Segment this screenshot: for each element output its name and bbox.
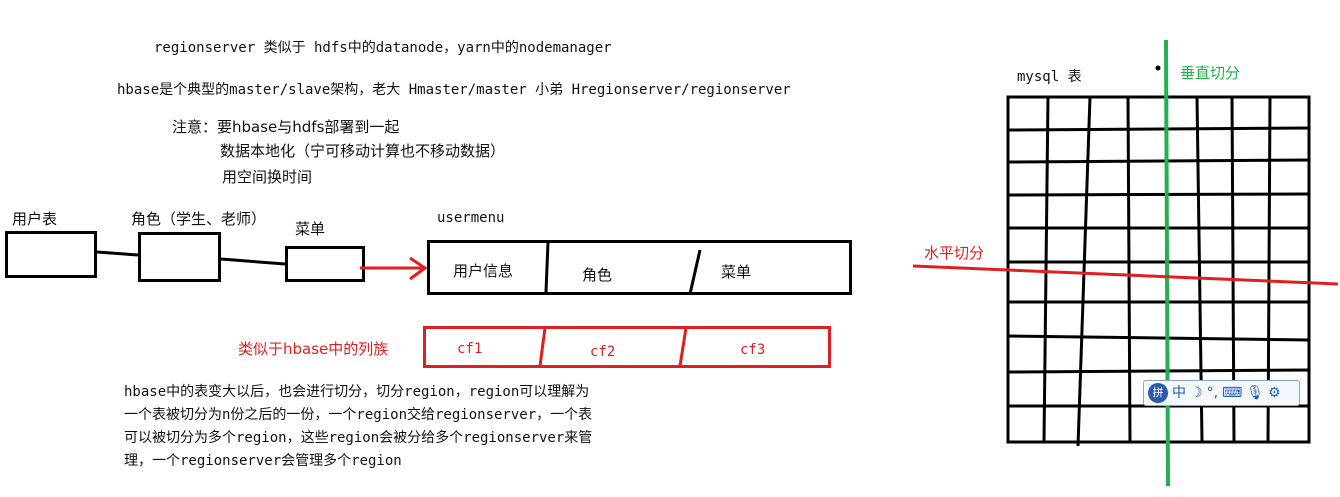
ime-logo[interactable]: 拼 — [1148, 383, 1168, 403]
cf-divider-1 — [538, 327, 547, 367]
gear-icon[interactable]: ⚙ — [1268, 383, 1281, 403]
ime-toolbar[interactable]: 拼 中 ☽ °, ⌨ 🎙 ⚙ — [1143, 380, 1300, 406]
grid-row-line — [1007, 158, 1310, 164]
cf-divider-2 — [678, 327, 688, 367]
moon-icon[interactable]: ☽ — [1190, 383, 1203, 403]
usermenu-divider-1 — [544, 241, 550, 293]
horizontal-split-line — [912, 264, 1339, 286]
grid-row-line — [1007, 368, 1310, 374]
diagram-drawing — [96, 39, 1339, 487]
mic-icon[interactable]: 🎙 — [1246, 383, 1264, 403]
grid-col-line — [1042, 96, 1050, 443]
connector-user-role — [96, 250, 139, 257]
arrow-to-usermenu — [360, 256, 428, 281]
grid-col-line — [1126, 96, 1132, 443]
grid-row-line — [1007, 126, 1310, 132]
keyboard-icon[interactable]: ⌨ — [1222, 383, 1242, 403]
vertical-split-line — [1164, 39, 1170, 487]
grid-row-line — [1007, 192, 1310, 197]
ime-mode-toggle[interactable]: 中 — [1172, 383, 1186, 403]
usermenu-divider-2 — [688, 249, 702, 295]
grid-row-line — [1007, 334, 1310, 342]
connector-role-menu — [220, 257, 286, 266]
punctuation-icon[interactable]: °, — [1207, 383, 1218, 403]
grid-col-line — [1076, 96, 1092, 447]
ink-dot — [1155, 65, 1161, 71]
